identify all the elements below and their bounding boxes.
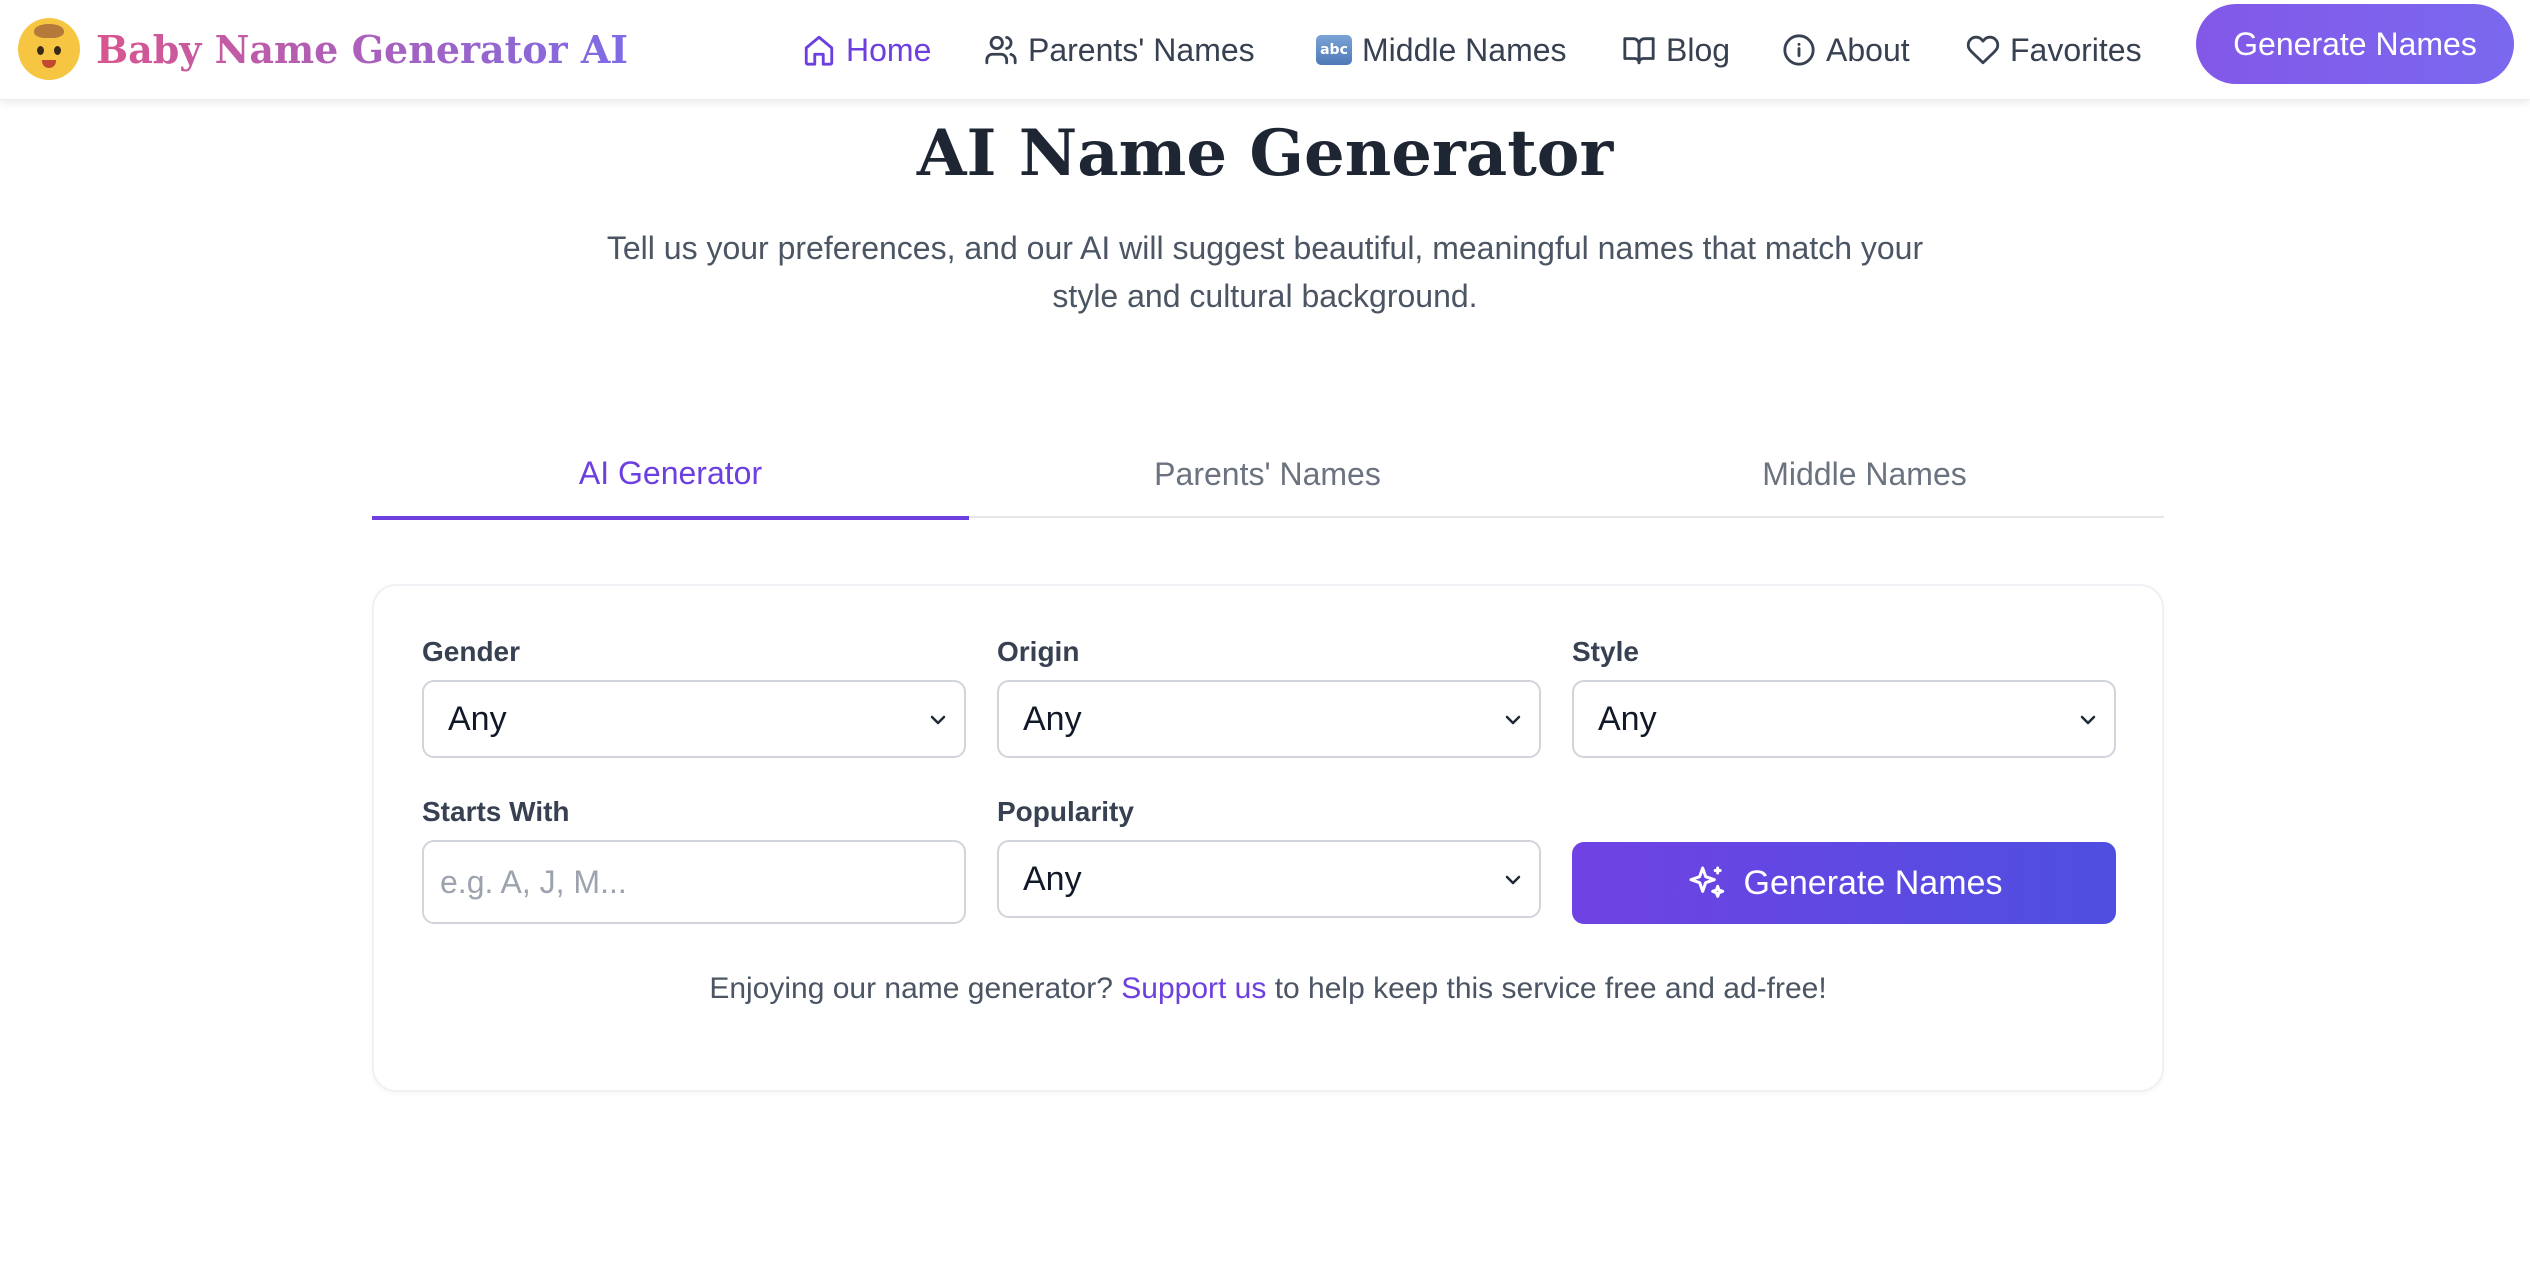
nav-middle-names[interactable]: abc Middle Names: [1316, 18, 1567, 82]
users-icon: [985, 35, 1017, 65]
heart-icon: [1966, 35, 2000, 65]
gender-select-value: Any: [448, 699, 507, 738]
popularity-label: Popularity: [997, 796, 1134, 827]
origin-label: Origin: [997, 636, 1080, 667]
baby-emoji-icon: [18, 18, 80, 80]
nav-parents-names-label: Parents' Names: [1028, 31, 1255, 68]
nav-favorites-label: Favorites: [2010, 31, 2142, 68]
style-label: Style: [1572, 636, 1639, 667]
support-prefix: Enjoying our name generator?: [709, 972, 1113, 1005]
nav-home-label: Home: [846, 31, 932, 68]
chevron-down-icon: [1505, 715, 1521, 725]
style-select[interactable]: Any: [1572, 680, 2116, 758]
generate-names-button[interactable]: Generate Names: [1572, 842, 2116, 924]
tab-parents-names-label: Parents' Names: [1154, 455, 1381, 492]
generator-tabs: AI Generator Parents' Names Middle Names: [372, 430, 2164, 520]
support-suffix: to help keep this service free and ad-fr…: [1274, 972, 1827, 1005]
tab-ai-generator-label: AI Generator: [578, 454, 763, 491]
nav-parents-names[interactable]: Parents' Names: [984, 18, 1255, 82]
origin-select[interactable]: Any: [997, 680, 1541, 758]
gender-select[interactable]: Any: [422, 680, 966, 758]
nav-blog-label: Blog: [1666, 31, 1731, 68]
gender-label: Gender: [422, 636, 521, 667]
popularity-select[interactable]: Any: [997, 840, 1541, 918]
logo[interactable]: Baby Name Generator AI: [18, 14, 628, 84]
chevron-down-icon: [930, 715, 946, 725]
header-generate-names-button[interactable]: Generate Names: [2196, 4, 2514, 84]
book-icon: [1623, 37, 1655, 65]
page-subtitle: Tell us your preferences, and our AI wil…: [606, 230, 1924, 314]
logo-text: Baby Name Generator AI: [96, 26, 629, 72]
generate-names-button-label: Generate Names: [1743, 863, 2003, 902]
popularity-select-value: Any: [1023, 859, 1082, 898]
starts-with-input[interactable]: [422, 840, 966, 924]
chevron-down-icon: [2080, 715, 2096, 725]
nav-home[interactable]: Home: [802, 18, 931, 82]
nav-about[interactable]: About: [1782, 18, 1910, 82]
nav-middle-names-label: Middle Names: [1362, 31, 1567, 68]
generator-form-card: Gender Any Origin Any Style Any Starts W…: [372, 584, 2164, 1092]
page-title: AI Name Generator: [916, 116, 1614, 191]
support-message: Enjoying our name generator? Support us …: [374, 972, 2162, 1006]
nav-blog[interactable]: Blog: [1622, 18, 1730, 82]
info-icon: [1783, 34, 1815, 66]
tab-parents-names[interactable]: Parents' Names: [969, 430, 1566, 518]
starts-with-label: Starts With: [422, 796, 570, 827]
home-icon: [804, 35, 834, 66]
chevron-down-icon: [1505, 875, 1521, 885]
nav-favorites[interactable]: Favorites: [1966, 18, 2142, 82]
origin-select-value: Any: [1023, 699, 1082, 738]
top-navbar: Baby Name Generator AI Home Parents' Nam…: [0, 0, 2530, 100]
support-us-link[interactable]: Support us: [1121, 972, 1266, 1005]
abc-icon: abc: [1316, 35, 1352, 65]
tab-ai-generator[interactable]: AI Generator: [372, 430, 969, 520]
style-select-value: Any: [1598, 699, 1657, 738]
sparkles-icon: [1689, 866, 1724, 898]
tab-middle-names[interactable]: Middle Names: [1566, 430, 2163, 518]
tab-middle-names-label: Middle Names: [1762, 455, 1967, 492]
nav-about-label: About: [1826, 31, 1910, 68]
